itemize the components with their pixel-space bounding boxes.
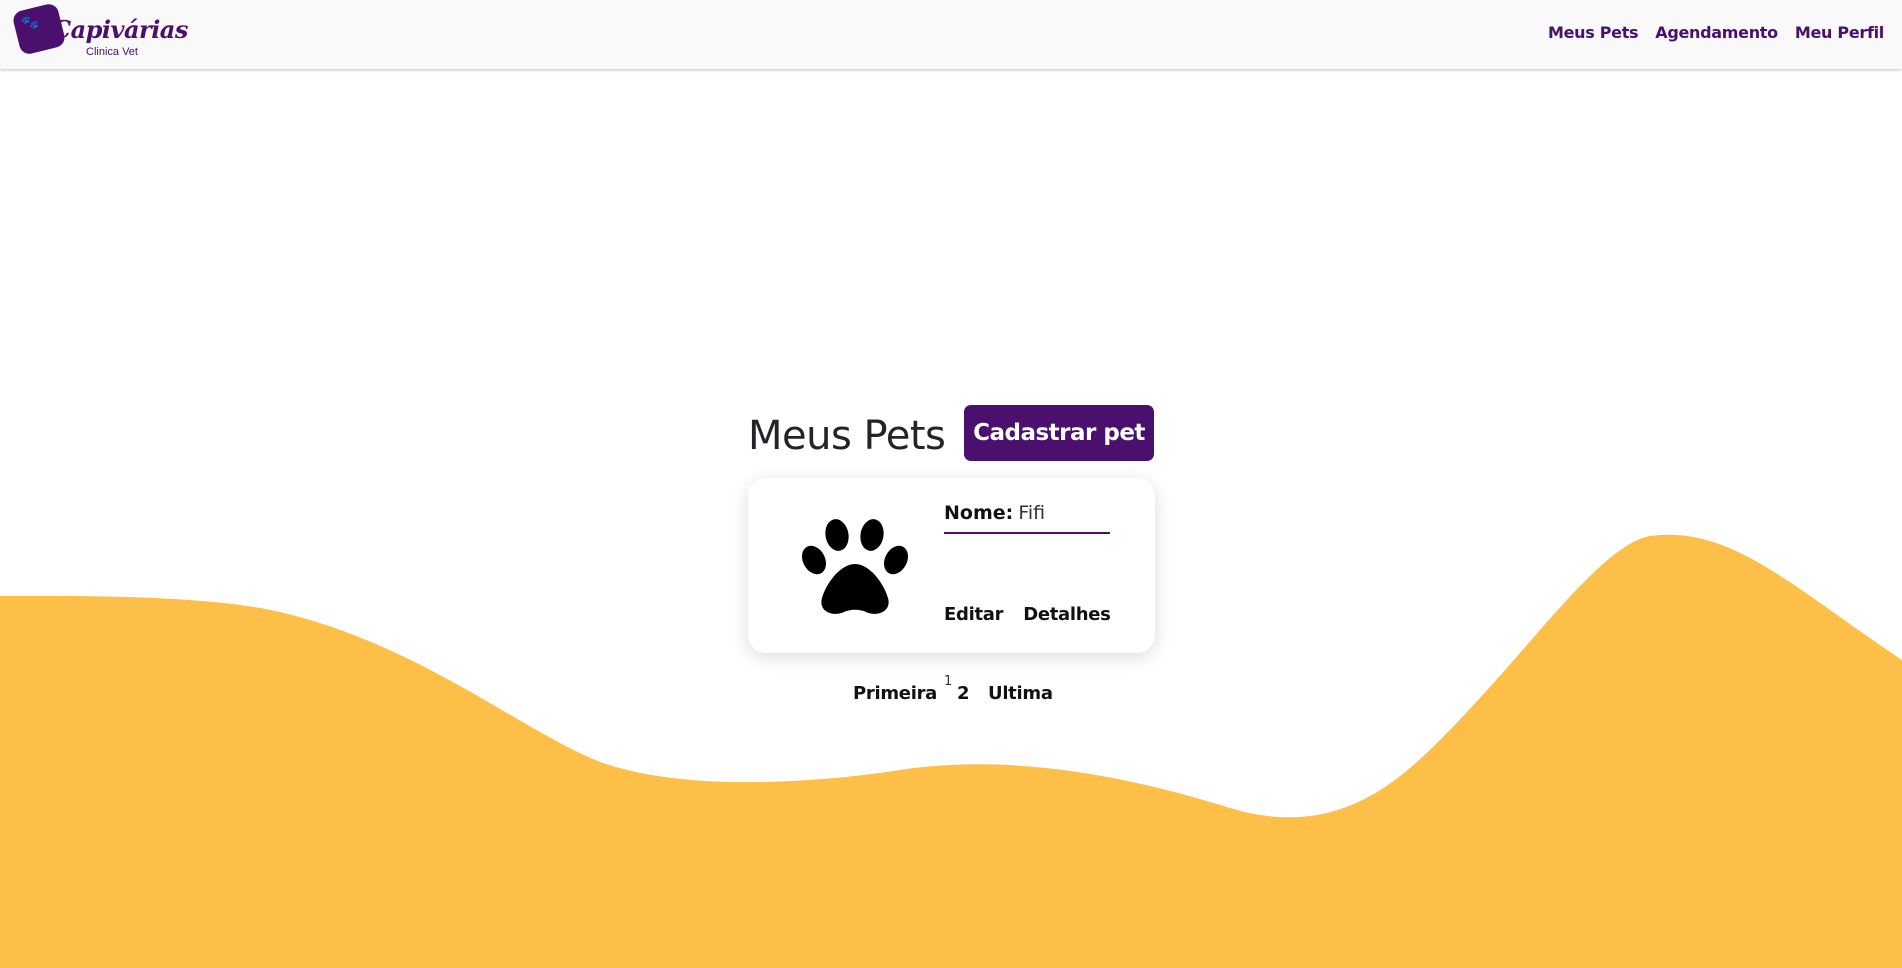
pet-name-value: Fifi bbox=[1018, 502, 1046, 524]
pagination-page-2[interactable]: 2 bbox=[957, 683, 970, 704]
pagination-current-page: 1 bbox=[944, 674, 953, 689]
page-title: Meus Pets bbox=[748, 413, 946, 459]
page-header: Meus Pets Cadastrar pet bbox=[748, 405, 1156, 463]
pagination-first[interactable]: Primeira bbox=[853, 683, 937, 704]
main-nav: Meus Pets Agendamento Meu Perfil bbox=[1548, 23, 1884, 42]
brand-name: Capivárias bbox=[52, 15, 188, 44]
pet-card-actions: Editar Detalhes bbox=[944, 604, 1111, 625]
pet-details-link[interactable]: Detalhes bbox=[1023, 604, 1111, 625]
brand-subtitle: Clinica Vet bbox=[86, 46, 138, 58]
nav-link-agendamento[interactable]: Agendamento bbox=[1655, 23, 1778, 42]
brand-logo[interactable]: 🐾 Capivárias Clinica Vet bbox=[10, 2, 188, 63]
pet-name-field: Nome: Fifi bbox=[944, 502, 1110, 534]
nav-link-meus-pets[interactable]: Meus Pets bbox=[1548, 23, 1639, 42]
pet-name-label: Nome: bbox=[944, 502, 1014, 524]
edit-pet-link[interactable]: Editar bbox=[944, 604, 1003, 625]
nav-link-meu-perfil[interactable]: Meu Perfil bbox=[1795, 23, 1884, 42]
paw-icon: 🐾 bbox=[19, 13, 41, 33]
pagination-last[interactable]: Ultima bbox=[988, 683, 1053, 704]
pet-card: Nome: Fifi Editar Detalhes bbox=[748, 478, 1155, 653]
add-pet-button[interactable]: Cadastrar pet bbox=[964, 405, 1154, 461]
top-navbar: 🐾 Capivárias Clinica Vet Meus Pets Agend… bbox=[0, 0, 1902, 69]
paw-icon bbox=[802, 519, 908, 614]
